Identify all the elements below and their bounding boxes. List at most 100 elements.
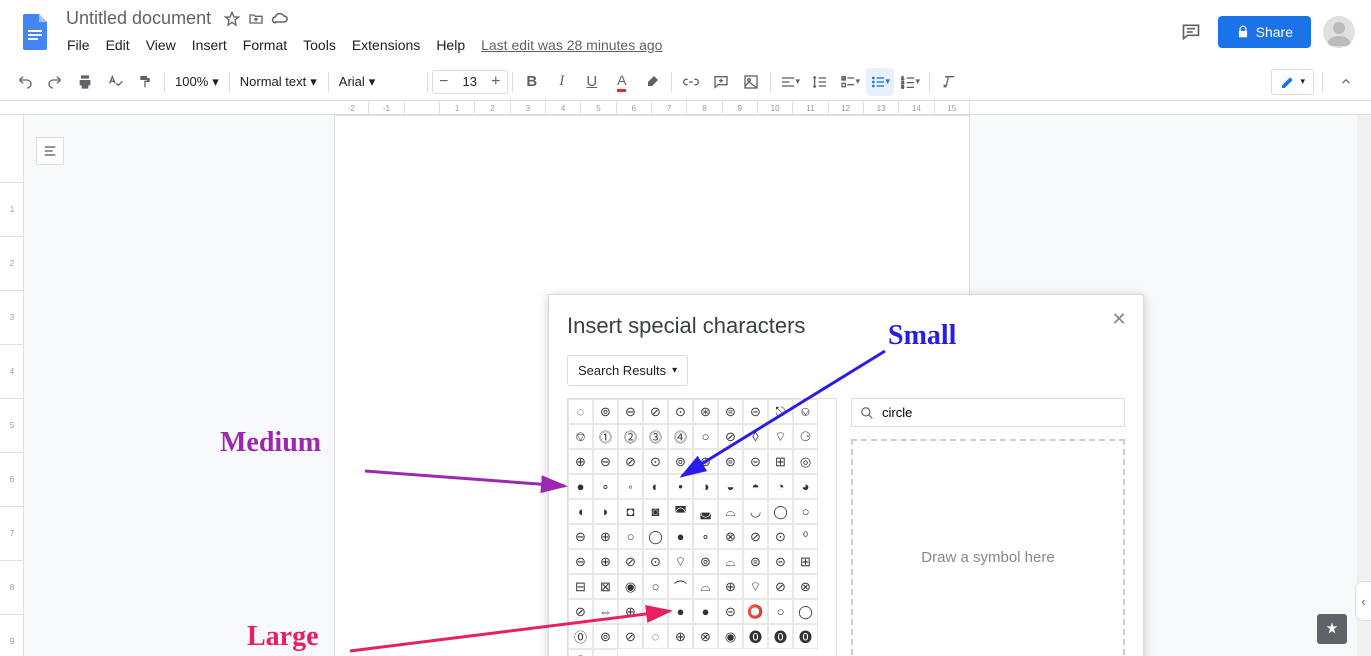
char-cell[interactable]: ⌓	[718, 549, 743, 574]
char-cell[interactable]: →	[643, 599, 668, 624]
char-cell[interactable]: ◯	[793, 599, 818, 624]
category-select[interactable]: Search Results ▾	[567, 355, 688, 386]
char-cell[interactable]: ⊜	[718, 449, 743, 474]
font-dropdown[interactable]: Arial▾	[333, 70, 423, 94]
char-cell[interactable]: ◯	[643, 524, 668, 549]
italic-icon[interactable]: I	[548, 68, 576, 96]
char-cell[interactable]: ⊖	[593, 449, 618, 474]
chars-grid-scroll[interactable]: ◌⊚⊖⊘⊙⊛⊜⊝⎋⎉⎊⓵⓶⓷⓸○⊘◊⌔⚆⊕⊖⊘⊙⊚⊛⊜⊝⊞◎●∘◦◐•◑◒◓◔◕…	[567, 398, 837, 656]
char-cell[interactable]: ⓿	[768, 624, 793, 649]
char-cell[interactable]: ⊝	[743, 399, 768, 424]
spellcheck-icon[interactable]	[101, 68, 129, 96]
char-cell[interactable]: ⊘	[618, 624, 643, 649]
char-cell[interactable]: ⊘	[618, 449, 643, 474]
char-cell[interactable]: ◌	[568, 399, 593, 424]
docs-logo[interactable]	[16, 12, 56, 52]
char-cell[interactable]: ◓	[743, 474, 768, 499]
char-cell[interactable]: ◘	[618, 499, 643, 524]
draw-symbol-area[interactable]: Draw a symbol here	[851, 439, 1125, 656]
char-cell[interactable]: ◖	[568, 499, 593, 524]
edit-mode-dropdown[interactable]: ▾	[1271, 69, 1314, 95]
char-cell[interactable]: ⊝	[768, 549, 793, 574]
highlight-color-icon[interactable]	[638, 68, 666, 96]
char-cell[interactable]: ⊕	[668, 624, 693, 649]
char-cell[interactable]: ⌔	[743, 574, 768, 599]
char-cell[interactable]: ⌓	[693, 574, 718, 599]
char-cell[interactable]: ⊖	[568, 549, 593, 574]
char-cell[interactable]: ∘	[693, 524, 718, 549]
ruler-vertical[interactable]: 123456789	[0, 115, 24, 656]
char-cell[interactable]: ⊖	[618, 399, 643, 424]
char-cell[interactable]: ⌓	[718, 499, 743, 524]
menu-help[interactable]: Help	[429, 33, 472, 57]
comments-icon[interactable]	[1177, 18, 1205, 46]
menu-edit[interactable]: Edit	[99, 33, 137, 57]
close-icon[interactable]: ✕	[1109, 309, 1129, 329]
insert-image-icon[interactable]	[737, 68, 765, 96]
menu-format[interactable]: Format	[236, 33, 294, 57]
char-cell[interactable]: ◒	[718, 474, 743, 499]
char-cell[interactable]: ⊞	[768, 449, 793, 474]
char-cell[interactable]: ◌	[643, 624, 668, 649]
avatar[interactable]	[1323, 16, 1355, 48]
char-cell[interactable]: ⌔	[668, 549, 693, 574]
menu-tools[interactable]: Tools	[296, 33, 343, 57]
last-edit-link[interactable]: Last edit was 28 minutes ago	[474, 33, 669, 57]
char-cell[interactable]: ◔	[768, 474, 793, 499]
char-cell[interactable]: ⊕	[718, 574, 743, 599]
char-cell[interactable]: ⭕	[743, 599, 768, 624]
move-icon[interactable]	[247, 10, 265, 28]
char-cell[interactable]: ⌔	[768, 424, 793, 449]
scrollbar-vertical[interactable]	[1357, 115, 1371, 656]
char-cell[interactable]: ⓶	[618, 424, 643, 449]
char-cell[interactable]: ⎋	[768, 399, 793, 424]
char-cell[interactable]: ○	[693, 424, 718, 449]
char-cell[interactable]: ⊜	[743, 549, 768, 574]
char-cell[interactable]: ⊗	[693, 624, 718, 649]
char-cell[interactable]: ⊗	[718, 524, 743, 549]
align-icon[interactable]: ▾	[776, 68, 804, 96]
char-cell[interactable]: ⓪	[568, 624, 593, 649]
side-panel-handle[interactable]: ‹	[1355, 581, 1371, 621]
underline-icon[interactable]: U	[578, 68, 606, 96]
char-cell[interactable]: ⌒	[668, 574, 693, 599]
char-cell[interactable]: ○	[643, 574, 668, 599]
char-cell[interactable]: ⊘	[743, 524, 768, 549]
cloud-icon[interactable]	[271, 10, 289, 28]
char-cell[interactable]: ⊚	[693, 549, 718, 574]
insert-link-icon[interactable]	[677, 68, 705, 96]
char-cell[interactable]: ⎊	[568, 424, 593, 449]
char-cell[interactable]: ◚	[668, 499, 693, 524]
share-button[interactable]: Share	[1218, 16, 1311, 48]
char-cell[interactable]: ⓸	[668, 424, 693, 449]
char-cell[interactable]: ⁰	[793, 524, 818, 549]
zoom-dropdown[interactable]: 100%▾	[169, 70, 225, 94]
char-cell[interactable]: ◑	[693, 474, 718, 499]
char-cell[interactable]: ⇔	[593, 599, 618, 624]
search-input[interactable]	[882, 405, 1116, 420]
char-cell[interactable]: ⊘	[568, 599, 593, 624]
char-cell[interactable]: ⊚	[593, 624, 618, 649]
font-size-increase[interactable]: +	[485, 71, 507, 93]
char-cell[interactable]: ○	[768, 599, 793, 624]
char-cell[interactable]: ⓵	[593, 424, 618, 449]
char-cell[interactable]: ⊞	[793, 549, 818, 574]
char-cell[interactable]: ◕	[793, 474, 818, 499]
line-spacing-icon[interactable]	[806, 68, 834, 96]
char-cell[interactable]: ⊟	[568, 574, 593, 599]
char-cell[interactable]: ⊚	[668, 449, 693, 474]
char-cell[interactable]: ○	[793, 499, 818, 524]
char-cell[interactable]: ◦	[618, 474, 643, 499]
char-cell[interactable]: ◉	[618, 574, 643, 599]
menu-view[interactable]: View	[139, 33, 183, 57]
collapse-toolbar-icon[interactable]	[1332, 68, 1360, 96]
menu-insert[interactable]: Insert	[185, 33, 234, 57]
char-cell[interactable]: ⊘	[768, 574, 793, 599]
print-icon[interactable]	[71, 68, 99, 96]
explore-button[interactable]	[1317, 614, 1347, 644]
add-comment-icon[interactable]	[707, 68, 735, 96]
menu-file[interactable]: File	[60, 33, 97, 57]
char-cell[interactable]: •	[668, 474, 693, 499]
char-cell[interactable]: ◡	[743, 499, 768, 524]
checklist-icon[interactable]: ▾	[836, 68, 864, 96]
